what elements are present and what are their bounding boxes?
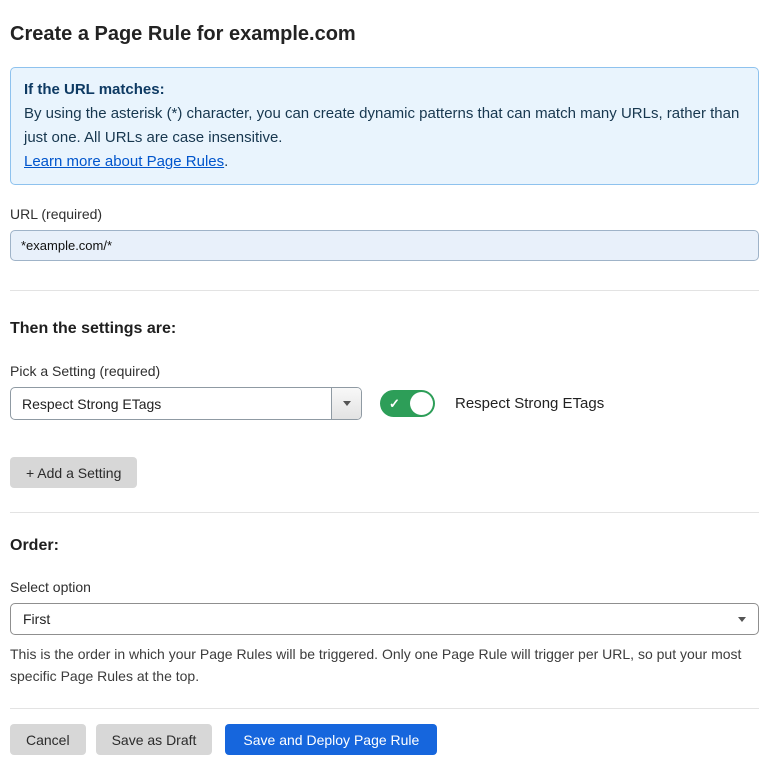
- toggle-knob: [410, 392, 433, 415]
- add-setting-button[interactable]: + Add a Setting: [10, 457, 137, 488]
- divider: [10, 512, 759, 513]
- link-period: .: [224, 153, 228, 170]
- divider: [10, 708, 759, 709]
- setting-select-value: Respect Strong ETags: [11, 388, 331, 419]
- divider: [10, 290, 759, 291]
- url-label: URL (required): [10, 206, 759, 222]
- info-box-body: By using the asterisk (*) character, you…: [24, 102, 745, 150]
- order-select[interactable]: First: [10, 603, 759, 635]
- page-title: Create a Page Rule for example.com: [10, 22, 759, 46]
- setting-row: Respect Strong ETags ✓ Respect Strong ET…: [10, 387, 759, 420]
- chevron-down-icon: [343, 401, 351, 406]
- setting-select[interactable]: Respect Strong ETags: [10, 387, 362, 420]
- cancel-button[interactable]: Cancel: [10, 724, 86, 755]
- order-label: Select option: [10, 579, 759, 595]
- toggle-label: Respect Strong ETags: [455, 395, 604, 412]
- settings-heading: Then the settings are:: [10, 320, 759, 338]
- url-match-info-box: If the URL matches: By using the asteris…: [10, 67, 759, 185]
- page-rule-form: Create a Page Rule for example.com If th…: [0, 0, 769, 769]
- order-select-value: First: [23, 611, 50, 627]
- pick-setting-label: Pick a Setting (required): [10, 363, 759, 379]
- check-icon: ✓: [389, 396, 400, 412]
- learn-more-link[interactable]: Learn more about Page Rules: [24, 153, 224, 170]
- save-deploy-button[interactable]: Save and Deploy Page Rule: [225, 724, 437, 755]
- url-input[interactable]: [10, 230, 759, 261]
- setting-select-arrow-button[interactable]: [331, 388, 361, 419]
- etags-toggle[interactable]: ✓: [380, 390, 435, 417]
- order-heading: Order:: [10, 537, 759, 555]
- chevron-down-icon: [738, 617, 746, 622]
- footer-actions: Cancel Save as Draft Save and Deploy Pag…: [10, 724, 759, 755]
- order-help-text: This is the order in which your Page Rul…: [10, 643, 759, 687]
- info-box-link-line: Learn more about Page Rules.: [24, 150, 745, 174]
- save-draft-button[interactable]: Save as Draft: [96, 724, 213, 755]
- info-box-heading: If the URL matches:: [24, 78, 745, 102]
